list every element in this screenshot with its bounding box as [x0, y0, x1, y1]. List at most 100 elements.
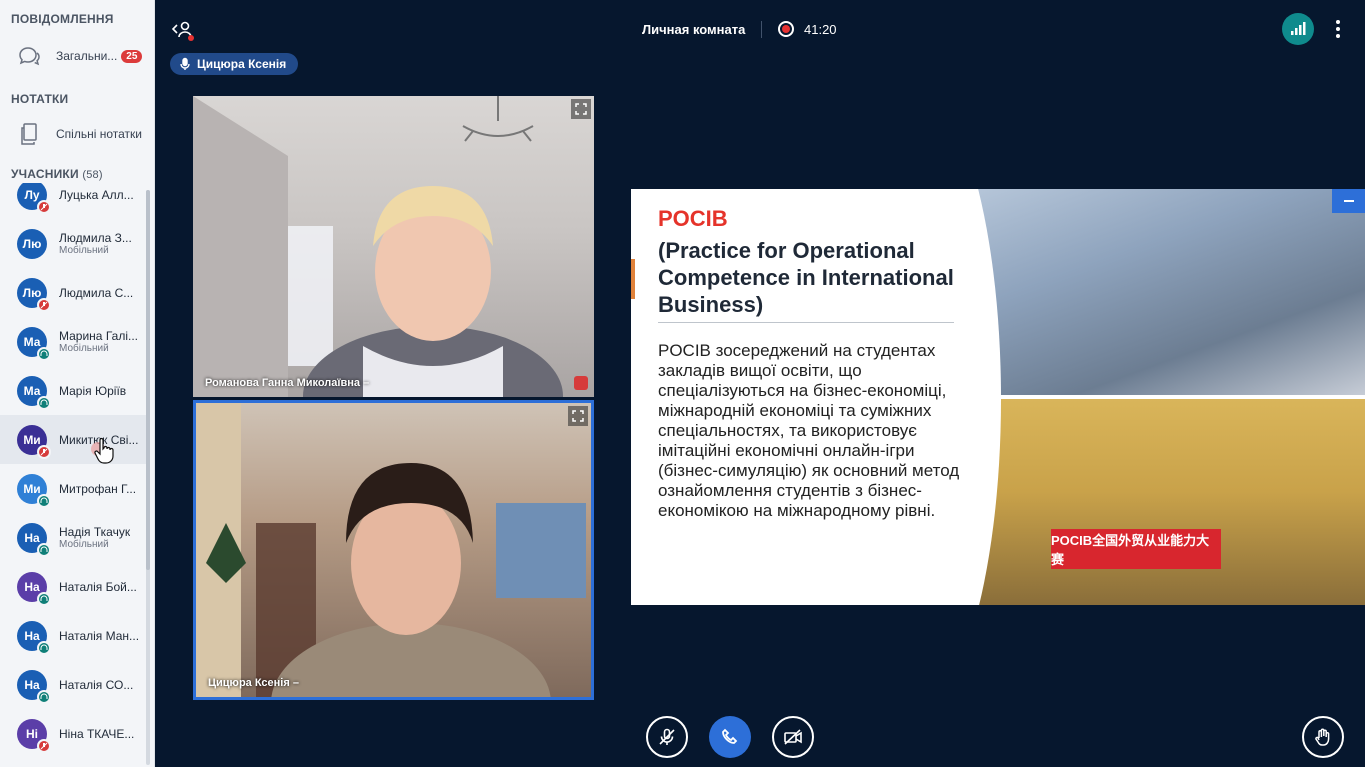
muted-icon — [37, 738, 51, 753]
shared-notes-item[interactable]: Спільні нотатки — [0, 115, 154, 153]
participant-row[interactable]: На Надія Ткачук Мобільний — [0, 513, 148, 562]
avatar-initials: На — [24, 530, 40, 545]
avatar-initials: На — [24, 677, 40, 692]
headphones-icon — [37, 640, 51, 655]
avatar: Ми — [17, 473, 51, 508]
participant-row[interactable]: На Наталія СО... — [0, 660, 148, 709]
headphones-icon — [37, 591, 51, 606]
connection-status-button[interactable] — [1282, 13, 1314, 45]
expand-icon — [572, 410, 584, 422]
participants-list[interactable]: Лу Луцька Алл... Лю Людмила З... Мобільни… — [0, 183, 148, 767]
leave-meeting-button[interactable] — [170, 17, 196, 43]
participant-name: Марина Галі... — [59, 329, 138, 343]
unread-badge: 25 — [121, 49, 143, 63]
muted-icon — [37, 297, 51, 312]
hand-icon — [1315, 728, 1330, 746]
participant-name: Луцька Алл... — [59, 187, 134, 202]
participant-row[interactable]: Ма Марія Юріїв — [0, 366, 148, 415]
participant-name: Людмила З... — [59, 231, 132, 245]
avatar: Лу — [17, 183, 51, 214]
participant-device: Мобільний — [59, 343, 109, 354]
headphones-icon — [37, 493, 51, 508]
participant-row[interactable]: Лу Луцька Алл... — [0, 183, 148, 219]
notes-title: НОТАТКИ — [11, 92, 69, 106]
presentation-slide[interactable]: POCIB全国外贸从业能力大赛 POCIB (Practice for Oper… — [631, 189, 1365, 605]
muted-icon — [574, 376, 588, 390]
participant-row[interactable]: Лю Людмила З... Мобільний — [0, 219, 148, 268]
classroom-photo — [961, 189, 1365, 395]
unmute-button[interactable] — [646, 716, 688, 758]
participant-device: Мобільний — [59, 245, 109, 256]
participants-scrollthumb[interactable] — [146, 190, 150, 570]
phone-icon — [722, 728, 738, 744]
slide-divider — [658, 322, 954, 323]
participant-device: Мобільний — [59, 539, 109, 550]
room-title: Личная комната — [642, 22, 746, 37]
recording-timer: 41:20 — [804, 22, 837, 37]
avatar-initials: Ма — [23, 383, 41, 398]
video-tile-active[interactable]: Цицюра Ксенія – — [193, 400, 594, 700]
headphones-icon — [37, 395, 51, 410]
minimize-presentation-button[interactable] — [1332, 189, 1365, 213]
avatar-initials: Ні — [26, 726, 38, 741]
participant-row[interactable]: Ма Марина Галі... Мобільний — [0, 317, 148, 366]
audio-button[interactable] — [709, 716, 751, 758]
avatar-initials: Ми — [23, 481, 41, 496]
public-chat-label: Загальни... — [56, 49, 118, 63]
avatar-initials: Ми — [23, 432, 41, 447]
shared-notes-label: Спільні нотатки — [56, 127, 142, 141]
participant-row[interactable]: Ми Микитюк Сві... — [0, 415, 148, 464]
raise-hand-button[interactable] — [1302, 716, 1344, 758]
video-button[interactable] — [772, 716, 814, 758]
recording-icon[interactable] — [778, 21, 794, 37]
avatar-initials: Ма — [23, 334, 41, 349]
avatar: Ні — [17, 718, 51, 753]
participant-row[interactable]: Лю Людмила С... — [0, 268, 148, 317]
avatar-initials: На — [24, 628, 40, 643]
more-options-button[interactable] — [1330, 16, 1346, 42]
participant-name: Марія Юріїв — [59, 383, 127, 398]
mic-off-icon — [659, 728, 675, 745]
participant-row[interactable]: На Наталія Бой... — [0, 562, 148, 611]
participant-name: Ніна ТКАЧЕ... — [59, 726, 135, 741]
participant-name: Митрофан Г... — [59, 481, 137, 496]
video-feed — [193, 96, 563, 397]
chat-icon — [14, 41, 44, 71]
avatar: На — [17, 522, 51, 557]
slide-body: POCIB зосереджений на студентах закладів… — [658, 341, 960, 520]
camera-off-icon — [784, 729, 802, 745]
participant-name: Наталія СО... — [59, 677, 134, 692]
hand-cursor-icon — [91, 437, 114, 464]
avatar: Ми — [17, 424, 51, 459]
public-chat-item[interactable]: Загальни... 25 — [0, 37, 154, 75]
avatar: Ма — [17, 326, 51, 361]
sidebar: ПОВІДОМЛЕННЯ Загальни... 25 НОТАТКИ Спіл… — [0, 0, 155, 767]
participant-row[interactable]: На Наталія Ман... — [0, 611, 148, 660]
signal-icon — [1291, 22, 1306, 35]
mic-icon — [180, 57, 190, 70]
headphones-icon — [37, 542, 51, 557]
talking-indicator: Цицюра Ксенія — [170, 53, 299, 75]
avatar-initials: На — [24, 579, 40, 594]
video-name-label: Романова Ганна Миколаївна – — [205, 377, 370, 389]
messages-title: ПОВІДОМЛЕННЯ — [11, 12, 114, 26]
headphones-icon — [37, 689, 51, 704]
slide-subtitle: (Practice for Operational Competence in … — [658, 238, 954, 317]
fullscreen-button[interactable] — [568, 406, 588, 426]
participant-row[interactable]: Ні Ніна ТКАЧЕ... — [0, 709, 148, 758]
expand-icon — [575, 103, 587, 115]
slide-title: POCIB — [658, 206, 728, 231]
participant-row[interactable]: Ми Митрофан Г... — [0, 464, 148, 513]
topbar-divider — [761, 21, 762, 38]
competition-banner: POCIB全国外贸从业能力大赛 — [1051, 529, 1221, 569]
participant-name: Наталія Ман... — [59, 628, 140, 643]
participant-name: Надія Ткачук — [59, 525, 131, 539]
avatar: Ма — [17, 375, 51, 410]
talker-name: Цицюра Ксенія — [197, 57, 287, 71]
participants-title-text: УЧАСНИКИ — [11, 167, 79, 181]
fullscreen-button[interactable] — [571, 99, 591, 119]
muted-icon — [37, 444, 51, 459]
participant-name: Людмила С... — [59, 285, 134, 300]
participants-count: (58) — [82, 169, 103, 181]
video-tile[interactable]: Романова Ганна Миколаївна – — [193, 96, 594, 397]
